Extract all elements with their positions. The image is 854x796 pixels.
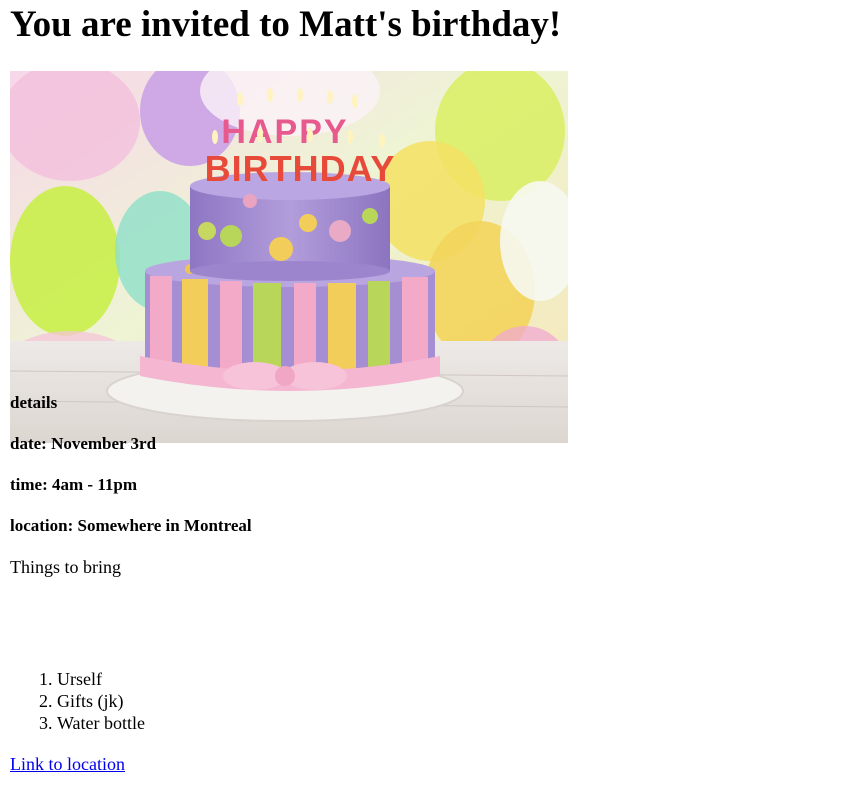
details-time: time: 4am - 11pm — [10, 475, 138, 494]
page-title: You are invited to Matt's birthday! — [10, 4, 562, 45]
birthday-cake-image: HAPPY BIRTHDAY — [10, 71, 568, 443]
list-item: Gifts (jk) — [57, 690, 145, 712]
candle-letters-bottom: BIRTHDAY — [205, 148, 396, 189]
list-item: Water bottle — [57, 712, 145, 734]
things-to-bring-label: Things to bring — [10, 557, 121, 577]
details-date: date: November 3rd — [10, 434, 157, 453]
details-heading: details — [10, 393, 58, 412]
location-link[interactable]: Link to location — [10, 754, 125, 774]
list-item: Urself — [57, 668, 145, 690]
invitation-page: You are invited to Matt's birthday! HAPP… — [0, 0, 854, 796]
details-location: location: Somewhere in Montreal — [10, 516, 252, 535]
bring-list: Urself Gifts (jk) Water bottle — [10, 668, 145, 734]
candle-letters-top: HAPPY — [221, 113, 348, 151]
